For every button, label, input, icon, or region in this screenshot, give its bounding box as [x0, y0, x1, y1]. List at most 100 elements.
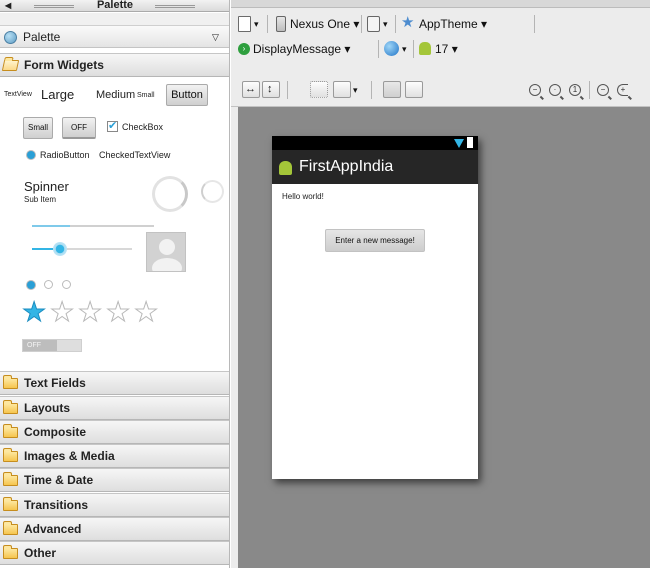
chevron-down-icon[interactable]: ▾ [383, 15, 388, 33]
action-bar: FirstAppIndia [272, 150, 478, 184]
layout-toggle-icon[interactable] [383, 81, 401, 98]
progress-horizontal-bar[interactable] [32, 225, 154, 227]
widget-checkbox-label: CheckBox [122, 122, 164, 132]
star-icon[interactable]: ★ [105, 298, 130, 326]
folder-icon [3, 497, 18, 511]
toolbar-separator [287, 81, 288, 99]
zoom-fit-icon[interactable]: · [549, 84, 561, 96]
widget-large-text[interactable]: Large [41, 87, 74, 102]
category-transitions[interactable]: Transitions [0, 493, 229, 517]
api-level-dropdown[interactable]: 17 ▾ [435, 40, 458, 58]
collapse-arrow-icon[interactable]: ◀ [5, 0, 11, 11]
widget-spinner[interactable]: Spinner [24, 179, 69, 194]
toolbar-separator [378, 40, 379, 58]
resize-icon[interactable] [333, 81, 351, 98]
locale-globe-icon[interactable] [384, 41, 399, 56]
star-icon[interactable]: ★ [77, 298, 102, 326]
device-dropdown[interactable]: Nexus One ▾ [290, 15, 359, 33]
folder-open-icon [1, 60, 20, 71]
checkbox-checked-icon[interactable]: ✔ [107, 121, 118, 132]
category-label: Time & Date [24, 473, 94, 487]
widget-medium-text[interactable]: Medium [96, 89, 135, 101]
activity-dropdown[interactable]: DisplayMessage ▾ [253, 40, 350, 58]
grip-right-icon [155, 5, 195, 8]
layout-refresh-icon[interactable] [405, 81, 423, 98]
chevron-down-icon[interactable]: ▾ [402, 40, 407, 58]
star-icon[interactable]: ★ [21, 298, 46, 326]
device-preview[interactable]: FirstAppIndia Hello world! Enter a new m… [272, 136, 478, 479]
widget-toggle-button[interactable]: OFF [62, 117, 96, 139]
category-label: Other [24, 546, 57, 560]
switch-off-label: OFF [23, 340, 57, 351]
folder-icon [3, 521, 18, 535]
layout-file-icon[interactable] [238, 16, 251, 32]
wifi-signal-icon [454, 139, 464, 148]
palette-globe-icon [4, 31, 17, 44]
folder-icon [3, 375, 18, 389]
zoom-actual-icon[interactable]: 1 [569, 84, 581, 96]
progress-medium-icon[interactable] [201, 180, 224, 203]
toolbar-separator [267, 15, 268, 33]
hello-textview[interactable]: Hello world! [282, 192, 324, 201]
category-layouts[interactable]: Layouts [0, 396, 229, 420]
palette-mode-dropdown[interactable]: Palette ▽ [0, 26, 229, 48]
progress-large-icon[interactable] [152, 176, 188, 212]
widget-small-text[interactable]: Small [137, 92, 155, 99]
category-other[interactable]: Other [0, 541, 229, 565]
margins-icon[interactable] [310, 81, 328, 98]
theme-label: AppTheme [419, 17, 478, 31]
category-label: Layouts [24, 401, 71, 415]
design-canvas[interactable]: FirstAppIndia Hello world! Enter a new m… [238, 107, 650, 568]
palette-window-title: Palette [96, 0, 134, 11]
theme-star-icon: ★ [401, 14, 415, 31]
fit-width-icon[interactable]: ↔ [242, 81, 260, 98]
layout-editor: ▾ Nexus One ▾ ▾ ★ AppTheme ▾ › DisplayMe… [231, 0, 650, 568]
radio-group-empty-icon[interactable] [44, 280, 53, 289]
device-label: Nexus One [290, 17, 351, 31]
category-composite[interactable]: Composite [0, 420, 229, 444]
radio-group-checked-icon[interactable] [27, 281, 35, 289]
toolbar-separator [395, 15, 396, 33]
orientation-icon[interactable] [367, 16, 380, 32]
zoom-out-icon[interactable]: − [529, 84, 541, 96]
fit-height-icon[interactable]: ↕ [262, 81, 280, 98]
device-icon [276, 16, 286, 32]
seekbar-track[interactable] [32, 248, 132, 250]
category-form-widgets[interactable]: Form Widgets [0, 53, 229, 77]
widget-button[interactable]: Button [166, 84, 208, 106]
category-text-fields[interactable]: Text Fields [0, 371, 229, 395]
activity-label: DisplayMessage [253, 42, 342, 56]
folder-icon [3, 400, 18, 414]
chevron-down-icon[interactable]: ▾ [353, 81, 358, 99]
seekbar-thumb-icon[interactable] [53, 242, 67, 256]
battery-icon [467, 137, 473, 148]
widget-small-button[interactable]: Small [23, 117, 53, 139]
folder-icon [3, 472, 18, 486]
category-label: Text Fields [24, 376, 86, 390]
category-advanced[interactable]: Advanced [0, 517, 229, 541]
form-widgets-list: TextView Large Medium Small Button Small… [0, 77, 229, 369]
toolbar-separator [371, 81, 372, 99]
android-icon [419, 42, 431, 55]
radio-checked-icon[interactable] [27, 151, 35, 159]
widget-checked-textview[interactable]: CheckedTextView [99, 150, 170, 160]
theme-dropdown[interactable]: AppTheme ▾ [419, 15, 487, 33]
category-time-date[interactable]: Time & Date [0, 468, 229, 492]
zoom-in-icon[interactable]: + [617, 84, 628, 96]
image-view-avatar-icon[interactable] [146, 232, 186, 272]
category-label: Composite [24, 425, 87, 439]
widget-textview[interactable]: TextView [4, 91, 32, 98]
radio-group-empty-icon[interactable] [62, 280, 71, 289]
zoom-out-icon[interactable]: − [597, 84, 609, 96]
category-images-media[interactable]: Images & Media [0, 444, 229, 468]
chevron-down-icon[interactable]: ▾ [254, 15, 259, 33]
category-label: Images & Media [24, 449, 115, 463]
star-icon[interactable]: ★ [133, 298, 158, 326]
activity-icon: › [238, 43, 250, 55]
widget-switch[interactable]: OFF [22, 339, 82, 352]
status-bar [272, 136, 478, 150]
chevron-down-icon: ▽ [212, 32, 219, 42]
enter-message-button[interactable]: Enter a new message! [325, 229, 425, 252]
rating-bar[interactable]: ★ ★ ★ ★ ★ [21, 298, 172, 329]
star-icon[interactable]: ★ [49, 298, 74, 326]
